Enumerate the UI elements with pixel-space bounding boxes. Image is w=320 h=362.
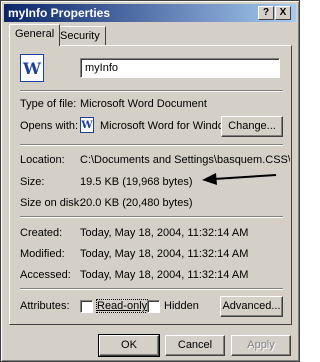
- tab-general[interactable]: General: [9, 24, 61, 46]
- ok-button-label: OK: [121, 339, 137, 351]
- properties-dialog: myInfo Properties ? X General Security W…: [0, 0, 300, 362]
- size-on-disk-value: 20.0 KB (20,480 bytes): [80, 197, 193, 209]
- tab-general-label: General: [15, 28, 55, 40]
- modified-label: Modified:: [20, 248, 65, 260]
- change-button-label: Change...: [228, 120, 276, 132]
- general-panel: W myInfo Type of file: Microsoft Word Do…: [9, 45, 292, 325]
- accessed-value: Today, May 18, 2004, 11:32:14 AM: [80, 269, 249, 281]
- separator: [20, 216, 283, 218]
- created-value: Today, May 18, 2004, 11:32:14 AM: [80, 227, 249, 239]
- word-app-icon: W: [80, 117, 94, 133]
- readonly-label[interactable]: Read-only: [95, 299, 149, 313]
- apply-button[interactable]: Apply: [231, 335, 291, 356]
- opens-with-value: Microsoft Word for Windows: [100, 120, 238, 132]
- apply-button-label: Apply: [247, 339, 275, 351]
- title-bar[interactable]: myInfo Properties ? X: [4, 4, 296, 22]
- cancel-button-label: Cancel: [177, 339, 213, 351]
- arrow-left-icon: [202, 173, 277, 185]
- size-value: 19.5 KB (19,968 bytes): [80, 176, 193, 188]
- change-button[interactable]: Change...: [221, 116, 283, 137]
- advanced-button-label: Advanced...: [222, 300, 281, 312]
- hidden-label[interactable]: Hidden: [164, 300, 199, 312]
- size-label: Size:: [20, 176, 45, 188]
- type-label: Type of file:: [20, 98, 77, 110]
- word-document-icon: W: [20, 54, 44, 82]
- location-label: Location:: [20, 154, 65, 166]
- size-on-disk-label: Size on disk:: [20, 197, 83, 209]
- cancel-button[interactable]: Cancel: [165, 335, 225, 356]
- type-value: Microsoft Word Document: [80, 98, 207, 110]
- location-value: C:\Documents and Settings\basquem.CSS\De…: [80, 154, 290, 166]
- separator: [20, 144, 283, 146]
- separator: [20, 90, 283, 92]
- window-title: myInfo Properties: [8, 6, 111, 20]
- file-name-input[interactable]: myInfo: [80, 58, 280, 78]
- ok-button[interactable]: OK: [98, 334, 160, 357]
- hidden-checkbox[interactable]: [147, 300, 160, 313]
- tab-security-label: Security: [60, 30, 100, 42]
- tab-security[interactable]: Security: [54, 26, 106, 46]
- close-button[interactable]: X: [275, 6, 291, 20]
- attributes-label: Attributes:: [20, 300, 70, 312]
- created-label: Created:: [20, 227, 63, 239]
- readonly-checkbox[interactable]: [80, 300, 93, 313]
- accessed-label: Accessed:: [20, 269, 71, 281]
- modified-value: Today, May 18, 2004, 11:32:14 AM: [80, 248, 249, 260]
- separator: [20, 288, 283, 290]
- help-button[interactable]: ?: [258, 6, 274, 20]
- opens-with-label: Opens with:: [20, 120, 79, 132]
- advanced-button[interactable]: Advanced...: [220, 296, 283, 317]
